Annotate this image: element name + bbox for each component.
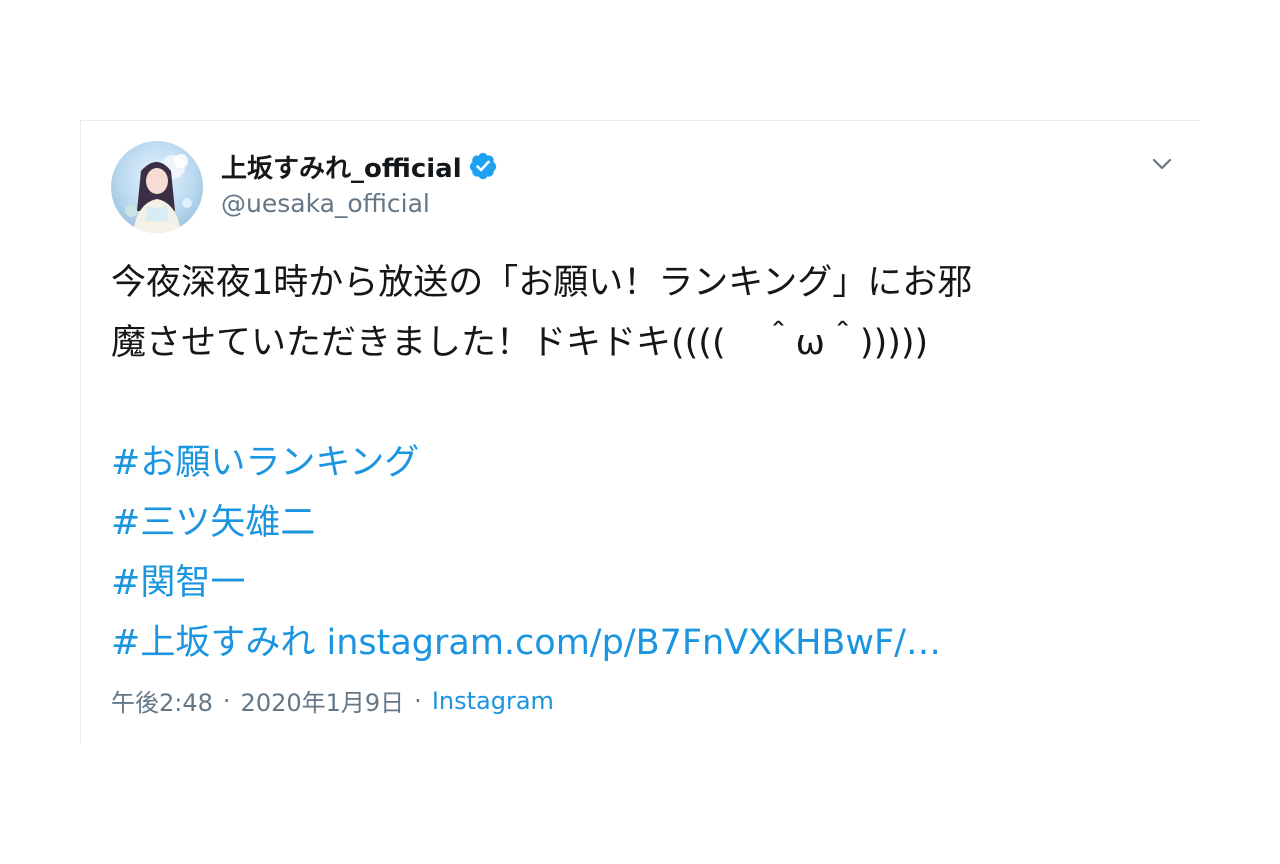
meta-separator: · [222, 686, 231, 715]
verified-badge-icon [468, 151, 498, 181]
display-name[interactable]: 上坂すみれ_official [221, 148, 462, 185]
tweet-date[interactable]: 2020年1月9日 [241, 683, 405, 718]
tweet-meta: 午後2:48 · 2020年1月9日 · Instagram [111, 683, 554, 718]
meta-separator: · [414, 686, 422, 715]
tweet-text-line: 今夜深夜1時から放送の「お願い！ランキング」にお邪 [111, 263, 973, 303]
hashtag-link[interactable]: #関智一 [111, 563, 245, 603]
tweet-card: 上坂すみれ_official @uesaka_official 今夜深夜1時から… [80, 120, 1200, 744]
display-name-row[interactable]: 上坂すみれ_official [221, 148, 498, 185]
avatar-image [111, 141, 203, 233]
tweet-time[interactable]: 午後2:48 [111, 683, 213, 718]
chevron-down-icon[interactable] [1147, 149, 1177, 179]
tweet-body: 今夜深夜1時から放送の「お願い！ランキング」にお邪 魔させていただきました！ドキ… [111, 253, 1191, 673]
user-handle[interactable]: @uesaka_official [221, 189, 430, 218]
avatar[interactable] [111, 141, 203, 233]
hashtag-link[interactable]: #お願いランキング [111, 443, 419, 483]
tweet-source-link[interactable]: Instagram [432, 687, 554, 715]
tweet-text-line: 魔させていただきました！ドキドキ(((( ＾ω＾))))) [111, 323, 929, 363]
hashtag-link[interactable]: #上坂すみれ [111, 623, 315, 663]
instagram-link[interactable]: instagram.com/p/B7FnVXKHBwF/… [326, 623, 940, 663]
hashtag-link[interactable]: #三ツ矢雄二 [111, 503, 315, 543]
